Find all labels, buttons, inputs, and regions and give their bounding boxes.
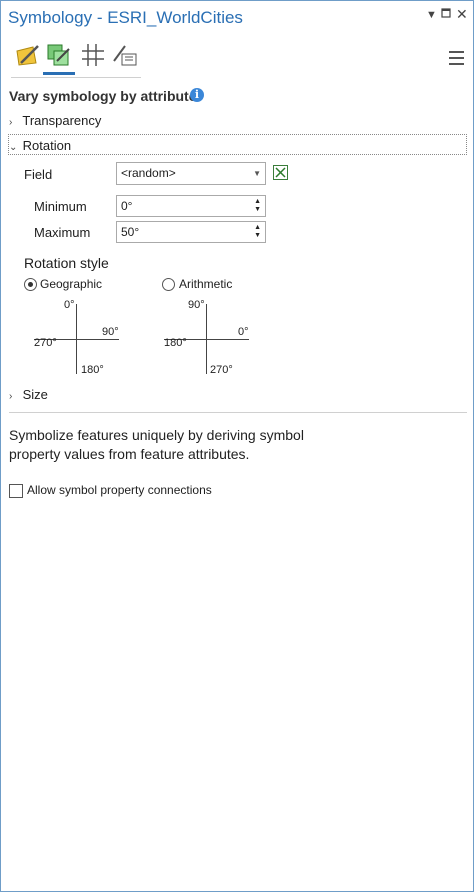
section-divider — [9, 412, 467, 413]
minimum-label: Minimum — [34, 199, 87, 214]
primary-symbology-icon[interactable] — [13, 41, 41, 69]
page-title: Vary symbology by attribute — [9, 88, 197, 104]
maximum-spinner[interactable]: 50° ▲ ▼ — [116, 221, 266, 243]
title-bar: Symbology - ESRI_WorldCities ▼ ✕ — [1, 1, 473, 33]
field-select[interactable]: <random> ▼ — [116, 162, 266, 185]
allow-connections-label: Allow symbol property connections — [27, 483, 212, 497]
advanced-symbology-icon[interactable] — [111, 41, 139, 69]
rotation-style-label: Rotation style — [24, 255, 109, 271]
dial-bottom-label: 270° — [210, 364, 233, 376]
dial-top-label: 90° — [188, 299, 205, 311]
minimum-spinner[interactable]: 0° ▲ ▼ — [116, 195, 266, 217]
dial-right-label: 90° — [102, 326, 119, 338]
vary-by-attribute-icon[interactable] — [43, 41, 75, 75]
maximum-value: 50° — [121, 225, 140, 239]
size-section-header[interactable]: › Size — [9, 387, 48, 402]
dropdown-icon[interactable]: ▼ — [426, 9, 437, 21]
geographic-label: Geographic — [40, 277, 103, 291]
dial-bottom-label: 180° — [81, 364, 104, 376]
rotation-section-header-focus[interactable] — [8, 134, 467, 155]
dial-left-label: 180° — [164, 337, 187, 349]
allow-connections-checkbox[interactable] — [9, 484, 23, 498]
close-icon[interactable]: ✕ — [456, 6, 468, 23]
chevron-down-icon: ▼ — [253, 169, 261, 178]
geographic-radio[interactable] — [24, 278, 37, 291]
rotation-label: Rotation — [22, 138, 72, 153]
arithmetic-radio[interactable] — [162, 278, 175, 291]
size-label: Size — [22, 387, 48, 402]
hamburger-menu-icon[interactable] — [449, 51, 464, 65]
chevron-right-icon: › — [9, 391, 13, 402]
rotation-section-header[interactable]: ⌄ Rotation — [9, 138, 71, 153]
spin-up-icon[interactable]: ▲ — [254, 224, 261, 231]
symbol-layer-drawing-icon[interactable] — [79, 41, 107, 69]
spin-up-icon[interactable]: ▲ — [254, 198, 261, 205]
chevron-right-icon: › — [9, 117, 13, 128]
chevron-down-icon: ⌄ — [9, 142, 18, 153]
dial-left-label: 270° — [34, 337, 57, 349]
description-text: Symbolize features uniquely by deriving … — [9, 427, 304, 462]
symbology-tabs — [11, 41, 141, 78]
maximum-label: Maximum — [34, 225, 91, 240]
pane-title: Symbology - ESRI_WorldCities — [8, 8, 243, 27]
expression-icon[interactable] — [273, 165, 288, 180]
symbology-pane: Symbology - ESRI_WorldCities ▼ ✕ Vary sy… — [0, 0, 474, 892]
info-icon[interactable]: i — [190, 88, 204, 102]
spin-down-icon[interactable]: ▼ — [254, 232, 261, 239]
field-label: Field — [24, 167, 53, 182]
field-select-value: <random> — [121, 166, 176, 180]
dial-right-label: 0° — [238, 326, 249, 338]
restore-icon[interactable] — [441, 7, 451, 21]
arithmetic-label: Arithmetic — [179, 277, 233, 291]
transparency-section-header[interactable]: › Transparency — [9, 113, 101, 128]
transparency-label: Transparency — [22, 113, 102, 128]
spin-down-icon[interactable]: ▼ — [254, 206, 261, 213]
minimum-value: 0° — [121, 199, 133, 213]
dial-top-label: 0° — [64, 299, 75, 311]
